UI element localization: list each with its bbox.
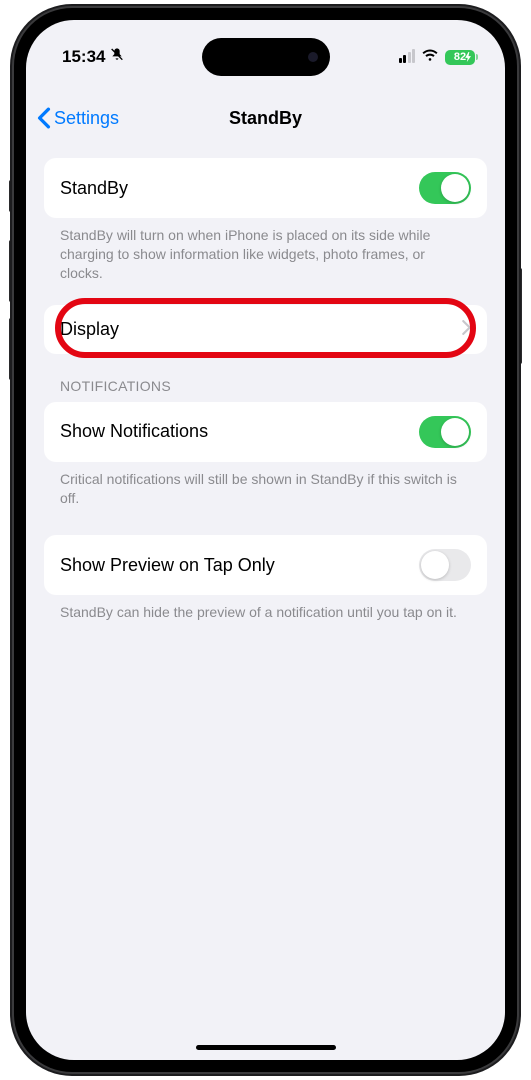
home-indicator[interactable] (196, 1045, 336, 1050)
power-button (517, 268, 522, 364)
chevron-left-icon (36, 107, 52, 129)
display-row[interactable]: Display (44, 305, 487, 354)
content: StandBy StandBy will turn on when iPhone… (26, 158, 505, 1060)
cellular-icon (399, 51, 416, 63)
navigation-bar: Settings StandBy (26, 96, 505, 140)
back-label: Settings (54, 108, 119, 129)
standby-row[interactable]: StandBy (44, 158, 487, 218)
silent-icon (109, 47, 125, 68)
standby-toggle[interactable] (419, 172, 471, 204)
dynamic-island (202, 38, 330, 76)
show-preview-footer: StandBy can hide the preview of a notifi… (44, 595, 487, 622)
page-title: StandBy (229, 108, 302, 129)
show-notifications-row[interactable]: Show Notifications (44, 402, 487, 462)
standby-label: StandBy (60, 178, 128, 199)
display-label: Display (60, 319, 119, 340)
battery-icon: 82 (445, 50, 475, 65)
back-button[interactable]: Settings (36, 107, 119, 129)
wifi-icon (421, 48, 439, 67)
show-notifications-label: Show Notifications (60, 421, 208, 442)
screen: 15:34 82 Settings (26, 20, 505, 1060)
show-preview-label: Show Preview on Tap Only (60, 555, 275, 576)
show-preview-toggle[interactable] (419, 549, 471, 581)
show-notifications-footer: Critical notifications will still be sho… (44, 462, 487, 508)
status-time: 15:34 (62, 47, 105, 67)
chevron-right-icon (462, 319, 471, 340)
status-right: 82 (399, 48, 476, 67)
show-notifications-toggle[interactable] (419, 416, 471, 448)
phone-frame: 15:34 82 Settings (14, 8, 517, 1072)
standby-footer: StandBy will turn on when iPhone is plac… (44, 218, 487, 283)
notifications-section-header: Notifications (44, 354, 487, 402)
status-left: 15:34 (62, 47, 125, 68)
show-preview-row[interactable]: Show Preview on Tap Only (44, 535, 487, 595)
